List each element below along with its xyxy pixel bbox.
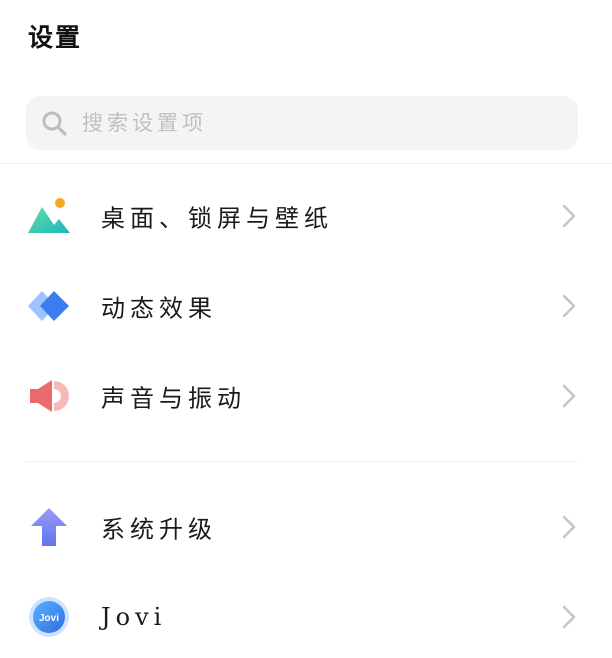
page-title: 设置 (28, 23, 83, 52)
settings-item-animation[interactable]: 动态效果 (0, 266, 612, 346)
settings-item-label: 系统升级 (101, 515, 217, 544)
settings-item-jovi[interactable]: Jovi Jovi (0, 577, 612, 657)
chevron-right-icon (561, 604, 577, 630)
settings-item-label: 动态效果 (101, 294, 217, 323)
jovi-icon-text: Jovi (39, 613, 59, 624)
settings-item-label: Jovi (101, 603, 167, 631)
divider (26, 461, 578, 462)
chevron-right-icon (561, 514, 577, 540)
search-bar[interactable] (26, 96, 578, 150)
wallpaper-icon (28, 195, 70, 237)
settings-item-label: 桌面、锁屏与壁纸 (101, 204, 333, 233)
upgrade-arrow-icon (28, 506, 70, 548)
divider (0, 163, 612, 164)
settings-item-wallpaper[interactable]: 桌面、锁屏与壁纸 (0, 176, 612, 256)
settings-item-label: 声音与振动 (101, 384, 246, 413)
jovi-icon: Jovi (28, 596, 70, 638)
search-input[interactable] (82, 111, 542, 135)
chevron-right-icon (561, 293, 577, 319)
search-icon (40, 109, 68, 137)
chevron-right-icon (561, 203, 577, 229)
settings-item-system-upgrade[interactable]: 系统升级 (0, 487, 612, 567)
speaker-icon (28, 375, 70, 417)
animation-effects-icon (28, 285, 70, 327)
chevron-right-icon (561, 383, 577, 409)
settings-item-sound[interactable]: 声音与振动 (0, 356, 612, 436)
